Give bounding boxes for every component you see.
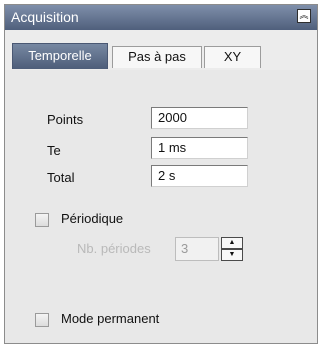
tab-pas-a-pas[interactable]: Pas à pas — [112, 46, 202, 68]
points-field[interactable]: 2000 — [151, 107, 248, 129]
periodique-label: Périodique — [61, 211, 124, 226]
tab-xy[interactable]: XY — [204, 46, 261, 68]
tab-content: Points 2000 Te 1 ms Total 2 s Périodique… — [5, 70, 317, 343]
panel-title: Acquisition — [11, 9, 79, 25]
tab-bar: Temporelle Pas à pas XY — [5, 30, 317, 95]
spin-down-icon[interactable]: ▼ — [221, 249, 243, 261]
acquisition-panel: Acquisition ︽ Temporelle Pas à pas XY Po… — [4, 4, 318, 344]
total-label: Total — [47, 170, 75, 185]
periodique-checkbox[interactable] — [35, 213, 49, 227]
points-label: Points — [47, 112, 84, 127]
nb-periodes-label: Nb. périodes — [77, 241, 151, 256]
nb-periodes-field[interactable]: 3 — [175, 237, 219, 261]
mode-permanent-label: Mode permanent — [61, 311, 160, 326]
mode-permanent-checkbox[interactable] — [35, 313, 49, 327]
tab-temporelle[interactable]: Temporelle — [12, 43, 108, 69]
te-label: Te — [47, 143, 61, 158]
te-field[interactable]: 1 ms — [151, 137, 248, 159]
panel-titlebar: Acquisition ︽ — [5, 5, 317, 30]
chevron-double-up-icon[interactable]: ︽ — [297, 9, 311, 23]
total-field[interactable]: 2 s — [151, 165, 248, 187]
spin-up-icon[interactable]: ▲ — [221, 237, 243, 249]
